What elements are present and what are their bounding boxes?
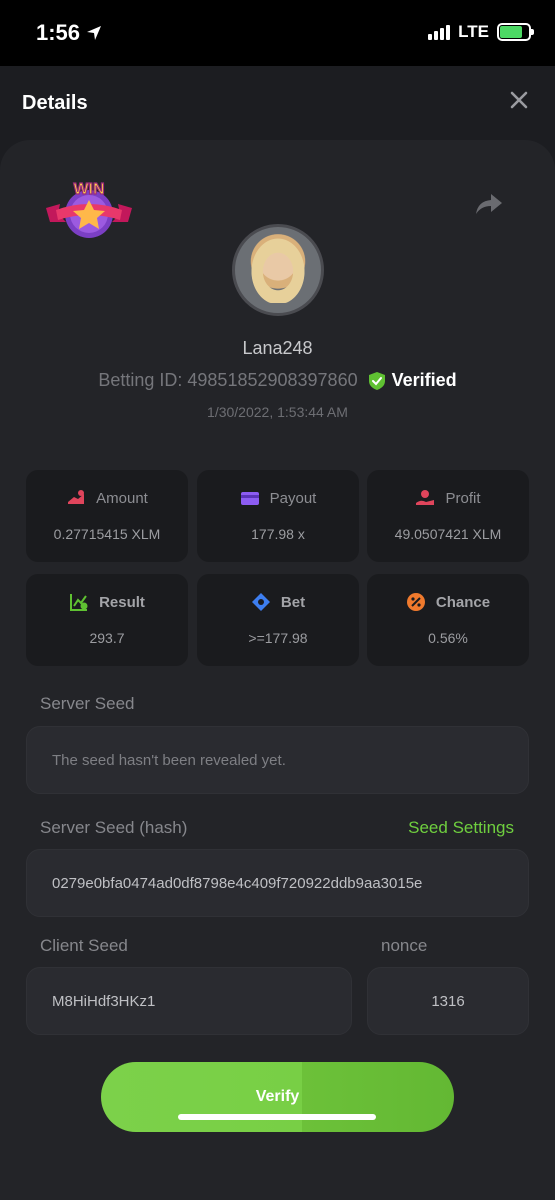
verify-button[interactable]: Verify	[101, 1062, 454, 1132]
details-screen: Details WIN Lana248 Betting ID: 49851852…	[0, 66, 555, 1200]
stat-card-bet: Bet >=177.98	[197, 574, 359, 666]
nonce-label: nonce	[381, 936, 428, 955]
server-seed-hash-field[interactable]: 0279e0bfa0474ad0df8798e4c409f720922ddb9a…	[26, 849, 529, 917]
stat-value-result: 293.7	[89, 630, 125, 646]
shield-check-icon	[368, 371, 385, 390]
stat-label-result: Result	[99, 593, 145, 611]
profit-icon	[416, 490, 435, 505]
win-badge-icon: WIN	[46, 180, 132, 238]
server-seed-label: Server Seed	[40, 694, 135, 713]
stat-value-chance: 0.56%	[428, 630, 468, 646]
verified-badge: Verified	[368, 370, 457, 391]
stat-value-bet: >=177.98	[248, 630, 308, 646]
stat-label-payout: Payout	[269, 489, 317, 507]
client-seed-label: Client Seed	[40, 936, 128, 955]
bet-icon	[251, 593, 270, 611]
seed-settings-link[interactable]: Seed Settings	[408, 818, 514, 838]
stat-label-bet: Bet	[280, 593, 306, 611]
chance-icon	[406, 593, 425, 611]
network-label: LTE	[458, 22, 489, 41]
status-bar: 1:56 LTE	[0, 0, 555, 66]
stat-value-profit: 49.0507421 XLM	[394, 526, 502, 542]
stat-label-profit: Profit	[445, 489, 481, 507]
stat-label-amount: Amount	[96, 489, 148, 507]
stat-card-chance: Chance 0.56%	[367, 574, 529, 666]
close-icon	[510, 91, 528, 109]
share-icon	[476, 194, 502, 214]
betting-id: Betting ID: 49851852908397860	[98, 370, 358, 390]
bet-timestamp: 1/30/2022, 1:53:44 AM	[207, 404, 348, 420]
details-sheet: WIN Lana248 Betting ID: 4985185290839786…	[0, 140, 555, 1200]
stat-card-amount: Amount 0.27715415 XLM	[26, 470, 188, 562]
stat-value-amount: 0.27715415 XLM	[53, 526, 161, 542]
amount-icon	[68, 490, 85, 504]
close-button[interactable]	[507, 90, 531, 114]
verified-label: Verified	[391, 370, 457, 390]
home-indicator	[178, 1114, 376, 1120]
stat-value-payout: 177.98 x	[251, 526, 305, 542]
signal-icon	[428, 24, 451, 40]
server-seed-hash-label: Server Seed (hash)	[40, 818, 188, 837]
stat-label-chance: Chance	[435, 593, 491, 611]
stat-card-result: Result 293.7	[26, 574, 188, 666]
stat-card-profit: Profit 49.0507421 XLM	[367, 470, 529, 562]
battery-icon	[497, 23, 534, 41]
status-indicators: LTE	[428, 22, 534, 42]
username: Lana248	[242, 338, 313, 358]
payout-icon	[240, 492, 259, 505]
nonce-field[interactable]: 1316	[367, 967, 529, 1035]
client-seed-field[interactable]: M8HiHdf3HKz1	[26, 967, 352, 1035]
avatar	[232, 224, 324, 316]
server-seed-field: The seed hasn't been revealed yet.	[26, 726, 529, 794]
status-time: 1:56	[36, 20, 102, 46]
stat-card-payout: Payout 177.98 x	[197, 470, 359, 562]
location-arrow-icon	[87, 26, 102, 40]
page-title: Details	[22, 92, 88, 114]
badge-text: WIN	[73, 181, 104, 198]
result-icon	[70, 594, 88, 611]
status-time-text: 1:56	[36, 20, 81, 45]
betting-id-row: Betting ID: 49851852908397860 Verified	[0, 370, 555, 391]
share-button[interactable]	[475, 192, 503, 216]
